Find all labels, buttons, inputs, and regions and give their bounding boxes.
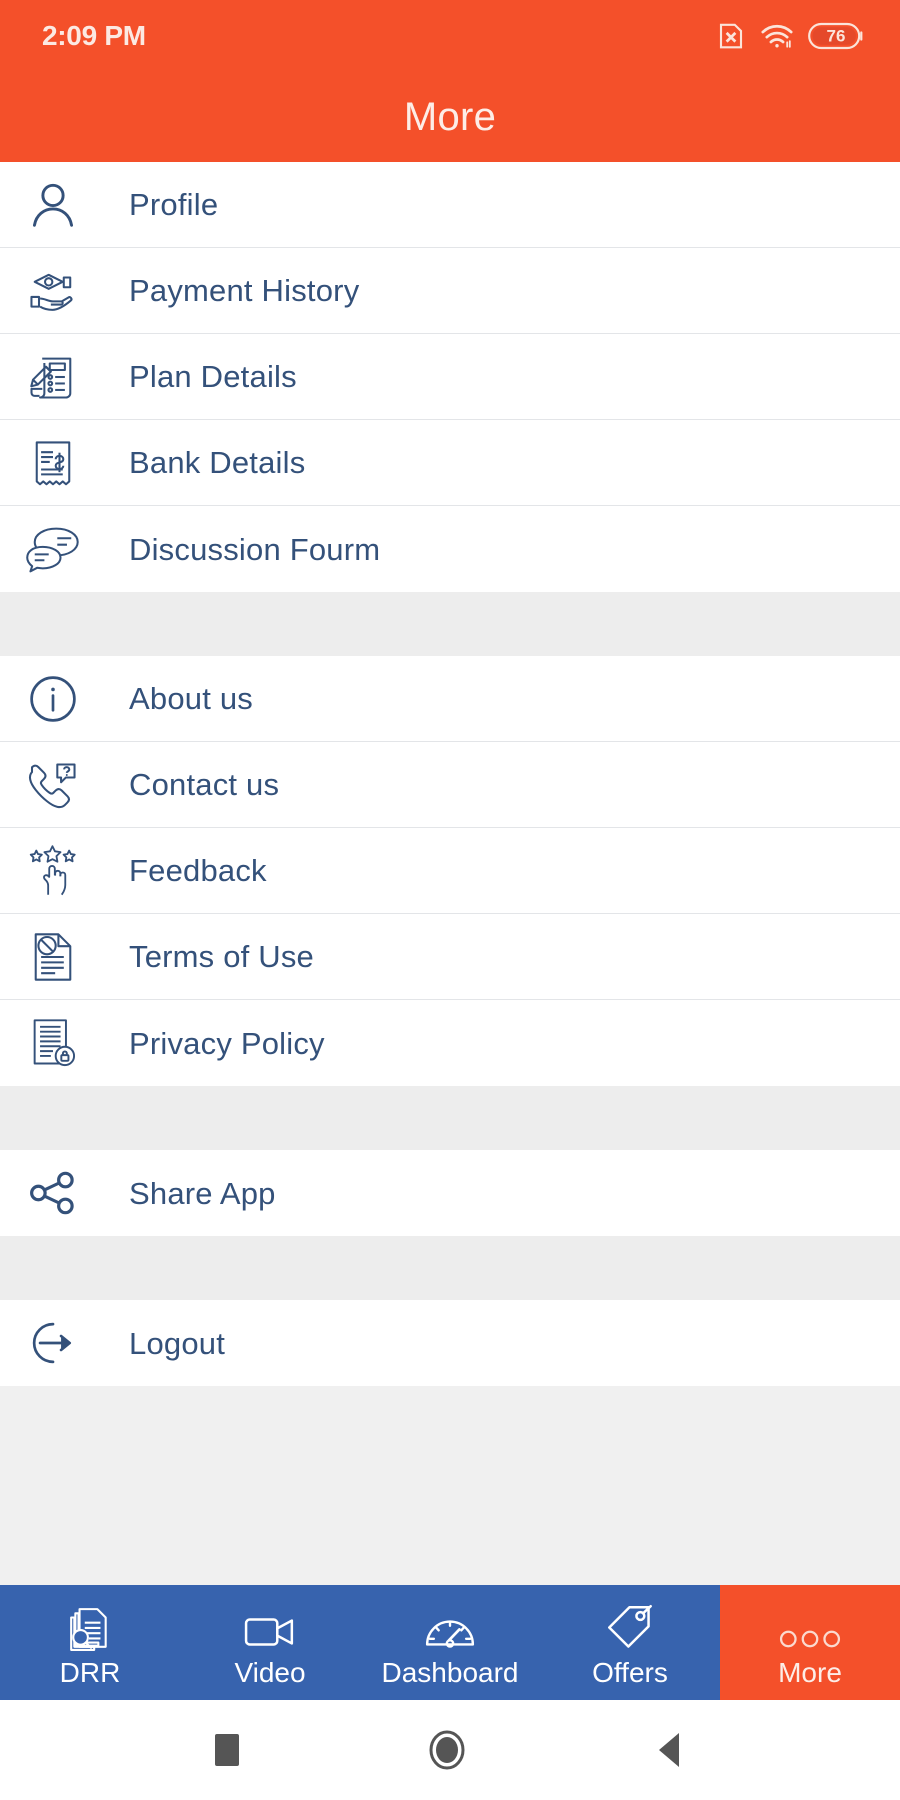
battery-icon: 76 xyxy=(808,21,864,51)
status-bar-icons: 76 xyxy=(716,21,864,51)
share-nodes-icon xyxy=(22,1162,84,1224)
app-screen: 2:09 PM 76 More Profile Payment History … xyxy=(0,0,900,1800)
tab-video[interactable]: Video xyxy=(180,1585,360,1700)
menu-item-label: Share App xyxy=(129,1175,276,1211)
tab-dashboard[interactable]: Dashboard xyxy=(360,1585,540,1700)
tab-label: Video xyxy=(234,1657,306,1688)
menu-item-bank-details[interactable]: Bank Details xyxy=(0,420,900,506)
tab-offers[interactable]: Offers xyxy=(540,1585,720,1700)
menu-item-label: Discussion Fourm xyxy=(129,531,381,567)
menu-item-feedback[interactable]: Feedback xyxy=(0,828,900,914)
sim-card-x-icon xyxy=(716,21,746,51)
speedometer-icon xyxy=(424,1602,476,1652)
battery-level-label: 76 xyxy=(826,26,846,46)
menu-item-label: Feedback xyxy=(129,853,267,888)
triangle-back-icon[interactable] xyxy=(650,1728,690,1772)
tab-label: DRR xyxy=(59,1657,121,1688)
menu-item-label: Contact us xyxy=(129,767,280,802)
money-hand-icon xyxy=(22,260,84,322)
menu-item-label: Privacy Policy xyxy=(129,1025,325,1061)
video-camera-icon xyxy=(244,1602,296,1652)
status-bar-clock: 2:09 PM xyxy=(42,20,146,51)
menu-item-contact-us[interactable]: Contact us xyxy=(0,742,900,828)
phone-question-icon xyxy=(22,754,84,816)
menu-list: Profile Payment History Plan Details Ban… xyxy=(0,162,900,1585)
menu-item-profile[interactable]: Profile xyxy=(0,162,900,248)
three-dots-icon xyxy=(779,1602,841,1652)
stars-hand-icon xyxy=(22,840,84,902)
menu-item-discussion-forum[interactable]: Discussion Fourm xyxy=(0,506,900,592)
group-separator xyxy=(0,592,900,656)
tab-label: Dashboard xyxy=(381,1657,519,1688)
session-group: Logout xyxy=(0,1300,900,1386)
logout-arrow-icon xyxy=(22,1312,84,1374)
menu-item-payment-history[interactable]: Payment History xyxy=(0,248,900,334)
menu-item-about-us[interactable]: About us xyxy=(0,656,900,742)
tab-more[interactable]: More xyxy=(720,1585,900,1700)
menu-item-privacy-policy[interactable]: Privacy Policy xyxy=(0,1000,900,1086)
wifi-icon xyxy=(760,22,794,50)
documents-search-icon xyxy=(67,1602,113,1652)
tab-drr[interactable]: DRR xyxy=(0,1585,180,1700)
tab-label: Offers xyxy=(592,1657,668,1688)
group-separator xyxy=(0,1086,900,1150)
group-separator xyxy=(0,1236,900,1300)
menu-item-label: Payment History xyxy=(129,273,360,308)
app-header: More xyxy=(0,72,900,162)
menu-item-label: Bank Details xyxy=(129,445,306,480)
clipboard-pencil-icon xyxy=(22,346,84,408)
menu-item-plan-details[interactable]: Plan Details xyxy=(0,334,900,420)
share-group: Share App xyxy=(0,1150,900,1236)
price-tag-icon xyxy=(606,1602,654,1652)
page-title: More xyxy=(403,95,497,139)
status-bar: 2:09 PM 76 xyxy=(0,0,900,72)
chat-bubbles-icon xyxy=(22,518,84,580)
account-group: Profile Payment History Plan Details Ban… xyxy=(0,162,900,592)
info-circle-icon xyxy=(22,668,84,730)
menu-item-label: Plan Details xyxy=(129,359,297,394)
document-lock-icon xyxy=(22,1012,84,1074)
menu-item-terms-of-use[interactable]: Terms of Use xyxy=(0,914,900,1000)
bottom-tab-bar: DRR Video Dashboard Offers More xyxy=(0,1585,900,1700)
info-group: About us Contact us Feedback Terms of Us… xyxy=(0,656,900,1086)
menu-item-share-app[interactable]: Share App xyxy=(0,1150,900,1236)
menu-item-label: About us xyxy=(129,681,253,716)
receipt-dollar-icon xyxy=(22,432,84,494)
person-icon xyxy=(22,174,84,236)
menu-item-label: Logout xyxy=(129,1325,226,1361)
circle-home-icon[interactable] xyxy=(425,1727,469,1773)
android-system-nav xyxy=(0,1700,900,1800)
square-recents-icon[interactable] xyxy=(210,1729,244,1771)
menu-item-label: Profile xyxy=(129,187,219,222)
document-blocked-icon xyxy=(22,926,84,988)
menu-item-label: Terms of Use xyxy=(129,939,314,974)
tab-label: More xyxy=(778,1657,842,1688)
menu-item-logout[interactable]: Logout xyxy=(0,1300,900,1386)
